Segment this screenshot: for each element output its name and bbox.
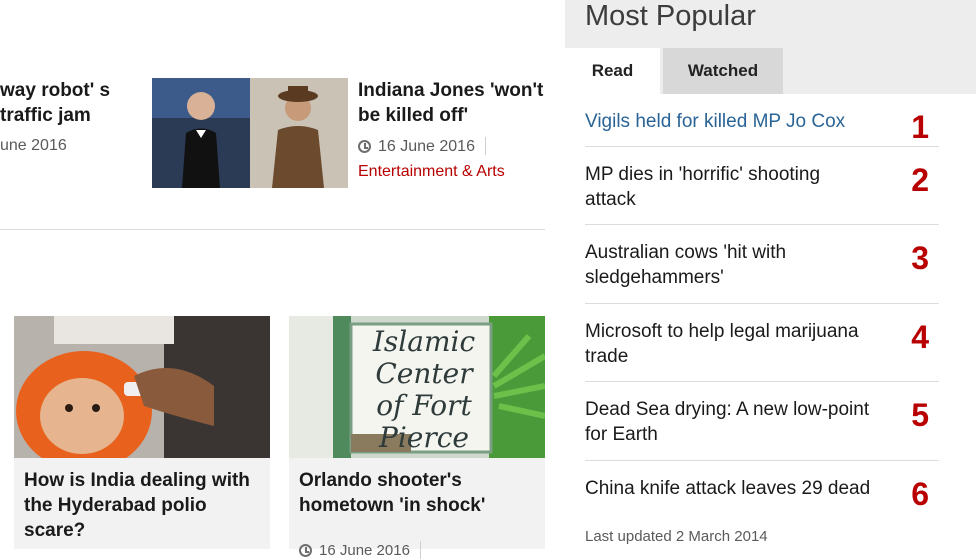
story-date-orlando: 16 June 2016 [319, 542, 410, 559]
last-updated-text: Last updated 2 March 2014 [585, 528, 768, 545]
most-popular-rank: 4 [911, 319, 929, 355]
story-date-indiana-jones: 16 June 2016 [378, 138, 475, 155]
most-popular-item-3[interactable]: Australian cows 'hit with sledgehammers'… [585, 240, 939, 304]
story-meta-orlando: 16 June 2016 [299, 541, 421, 559]
most-popular-rank: 3 [911, 240, 929, 276]
meta-divider [419, 541, 421, 559]
most-popular-rank: 2 [911, 162, 929, 198]
most-popular-rank: 5 [911, 397, 929, 433]
story-card-orlando[interactable]: Islamic Center of Fort Pierce Orlando sh… [289, 316, 545, 559]
topic-link-entertainment[interactable]: Entertainment & Arts [358, 163, 505, 181]
most-popular-item-1[interactable]: Vigils held for killed MP Jo Cox 1 [585, 109, 939, 147]
islamic-center-image: Islamic Center of Fort Pierce [289, 316, 545, 458]
indiana-jones-thumbnail[interactable] [152, 78, 348, 188]
tab-read[interactable]: Read [565, 48, 660, 94]
story-title-india-polio[interactable]: How is India dealing with the Hyderabad … [24, 468, 264, 543]
most-popular-item-title[interactable]: Vigils held for killed MP Jo Cox [585, 109, 875, 134]
most-popular-item-4[interactable]: Microsoft to help legal marijuana trade … [585, 319, 939, 382]
most-popular-rank: 6 [911, 476, 929, 512]
polio-image [14, 316, 270, 458]
most-popular-item-title[interactable]: Australian cows 'hit with sledgehammers' [585, 240, 875, 290]
most-popular-item-title[interactable]: MP dies in 'horrific' shooting attack [585, 162, 875, 212]
tab-watched[interactable]: Watched [663, 48, 783, 94]
most-popular-heading: Most Popular [585, 0, 756, 32]
clock-icon [299, 544, 312, 557]
story-title-indiana-jones[interactable]: Indiana Jones 'won't be killed off' [358, 78, 548, 128]
story-title-robot[interactable]: way robot' s traffic jam [0, 78, 140, 128]
most-popular-item-title[interactable]: Microsoft to help legal marijuana trade [585, 319, 875, 369]
islamic-center-sign-text: Islamic Center of Fort Pierce [372, 325, 476, 454]
story-title-orlando[interactable]: Orlando shooter's hometown 'in shock' [299, 468, 539, 518]
story-meta-indiana-jones: 16 June 2016 [358, 137, 486, 156]
story-date-robot: une 2016 [0, 137, 67, 154]
most-popular-item-title[interactable]: China knife attack leaves 29 dead [585, 476, 875, 501]
story-card-india-polio[interactable]: How is India dealing with the Hyderabad … [14, 316, 270, 549]
most-popular-rank: 1 [911, 109, 929, 145]
meta-divider [484, 137, 486, 155]
most-popular-item-5[interactable]: Dead Sea drying: A new low-point for Ear… [585, 397, 939, 461]
clock-icon [358, 140, 371, 153]
section-divider [0, 229, 545, 230]
most-popular-item-title[interactable]: Dead Sea drying: A new low-point for Ear… [585, 397, 875, 447]
most-popular-item-2[interactable]: MP dies in 'horrific' shooting attack 2 [585, 162, 939, 225]
